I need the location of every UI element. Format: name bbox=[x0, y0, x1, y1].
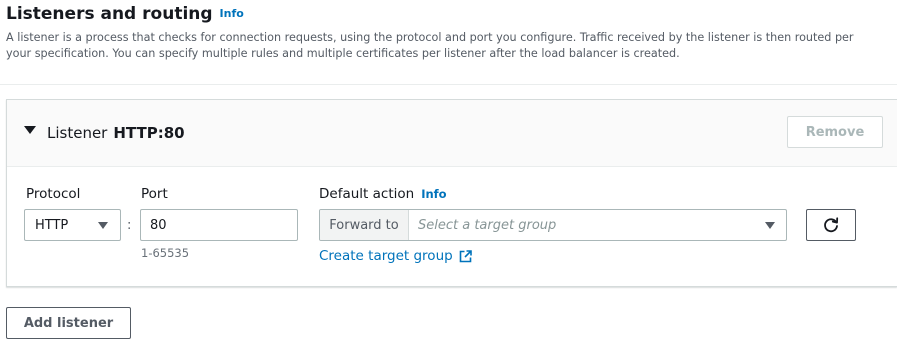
port-input-value: 80 bbox=[150, 218, 167, 233]
listener-title: Listener HTTP:80 bbox=[47, 124, 185, 142]
target-group-placeholder: Select a target group bbox=[418, 218, 557, 233]
remove-button[interactable]: Remove bbox=[787, 116, 883, 148]
section-title-text: Listeners and routing bbox=[6, 4, 213, 24]
section-info-link[interactable]: Info bbox=[220, 7, 244, 20]
divider bbox=[0, 84, 897, 85]
default-action-info-link[interactable]: Info bbox=[421, 187, 446, 201]
port-label: Port bbox=[141, 186, 168, 202]
default-action-label-text: Default action bbox=[319, 186, 415, 202]
protocol-select[interactable]: HTTP bbox=[24, 209, 121, 241]
protocol-select-value: HTTP bbox=[35, 218, 69, 233]
port-input[interactable]: 80 bbox=[140, 209, 298, 241]
default-action-label: Default action Info bbox=[319, 186, 447, 202]
protocol-port-separator: : bbox=[127, 218, 132, 233]
forward-to-prefix: Forward to bbox=[320, 210, 409, 240]
port-hint: 1-65535 bbox=[141, 246, 190, 260]
section-title: Listeners and routing Info bbox=[6, 4, 244, 24]
external-link-icon bbox=[459, 249, 472, 262]
refresh-button[interactable] bbox=[806, 209, 856, 241]
listener-value: HTTP:80 bbox=[113, 124, 185, 142]
chevron-down-icon bbox=[98, 222, 108, 229]
listener-card: Listener HTTP:80 Remove Protocol Port Def… bbox=[6, 99, 897, 287]
protocol-label: Protocol bbox=[26, 186, 81, 202]
listener-header[interactable]: Listener HTTP:80 Remove bbox=[7, 100, 897, 167]
section-description: A listener is a process that checks for … bbox=[6, 31, 854, 60]
refresh-icon bbox=[824, 217, 839, 233]
listener-label: Listener bbox=[47, 124, 108, 142]
caret-down-icon[interactable] bbox=[24, 126, 36, 134]
target-group-select[interactable]: Forward to Select a target group bbox=[319, 209, 787, 241]
add-listener-button[interactable]: Add listener bbox=[6, 307, 131, 339]
create-target-group-label: Create target group bbox=[319, 248, 453, 264]
create-target-group-link[interactable]: Create target group bbox=[319, 248, 472, 264]
chevron-down-icon bbox=[765, 222, 775, 229]
